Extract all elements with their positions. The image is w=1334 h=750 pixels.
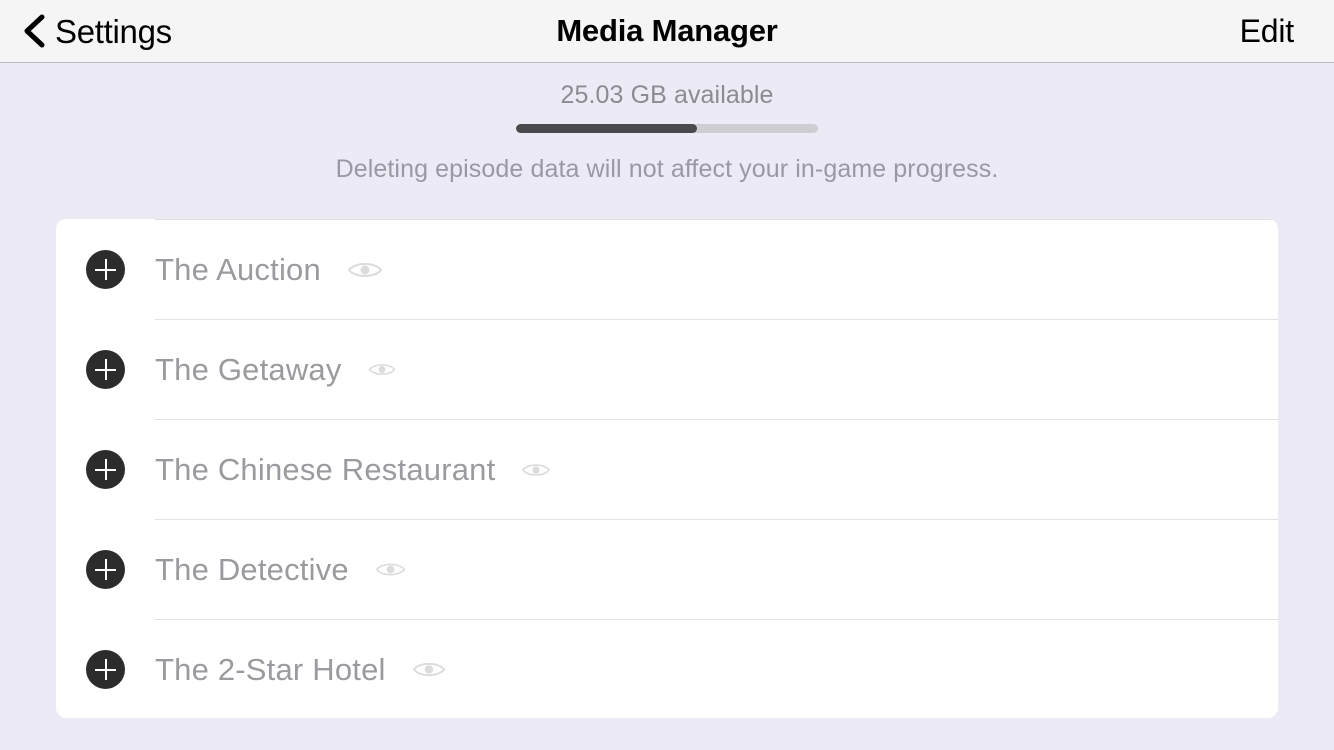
edit-button[interactable]: Edit [1240, 0, 1295, 62]
episode-title: The 2-Star Hotel [155, 651, 386, 687]
plus-circle-icon[interactable] [86, 450, 125, 489]
storage-summary: 25.03 GB available Deleting episode data… [0, 63, 1334, 184]
episode-list-card: The Auction The Getaway The Chinese Restau… [56, 219, 1278, 718]
episode-title: The Chinese Restaurant [155, 451, 496, 487]
plus-circle-icon[interactable] [86, 550, 125, 589]
navigation-bar: Settings Media Manager Edit [0, 0, 1334, 63]
episode-title: The Auction [155, 251, 321, 287]
eye-icon[interactable] [375, 560, 406, 579]
eye-icon[interactable] [412, 659, 446, 680]
plus-circle-icon[interactable] [86, 250, 125, 289]
episode-row[interactable]: The Chinese Restaurant [56, 420, 1278, 519]
episode-row[interactable]: The Detective [56, 520, 1278, 619]
episode-title: The Detective [155, 551, 349, 587]
storage-progress-fill [516, 124, 698, 133]
storage-note: Deleting episode data will not affect yo… [335, 155, 999, 183]
available-storage-label: 25.03 GB available [560, 81, 774, 109]
eye-icon[interactable] [347, 259, 383, 281]
storage-progress-bar [516, 124, 818, 133]
plus-circle-icon[interactable] [86, 350, 125, 389]
plus-circle-icon[interactable] [86, 650, 125, 689]
episode-row[interactable]: The Auction [56, 220, 1278, 319]
eye-icon[interactable] [368, 361, 396, 378]
episode-row[interactable]: The Getaway [56, 320, 1278, 419]
page-title: Media Manager [556, 13, 778, 48]
episode-title: The Getaway [155, 351, 342, 387]
eye-icon[interactable] [521, 461, 551, 479]
episode-row[interactable]: The 2-Star Hotel [56, 620, 1278, 718]
